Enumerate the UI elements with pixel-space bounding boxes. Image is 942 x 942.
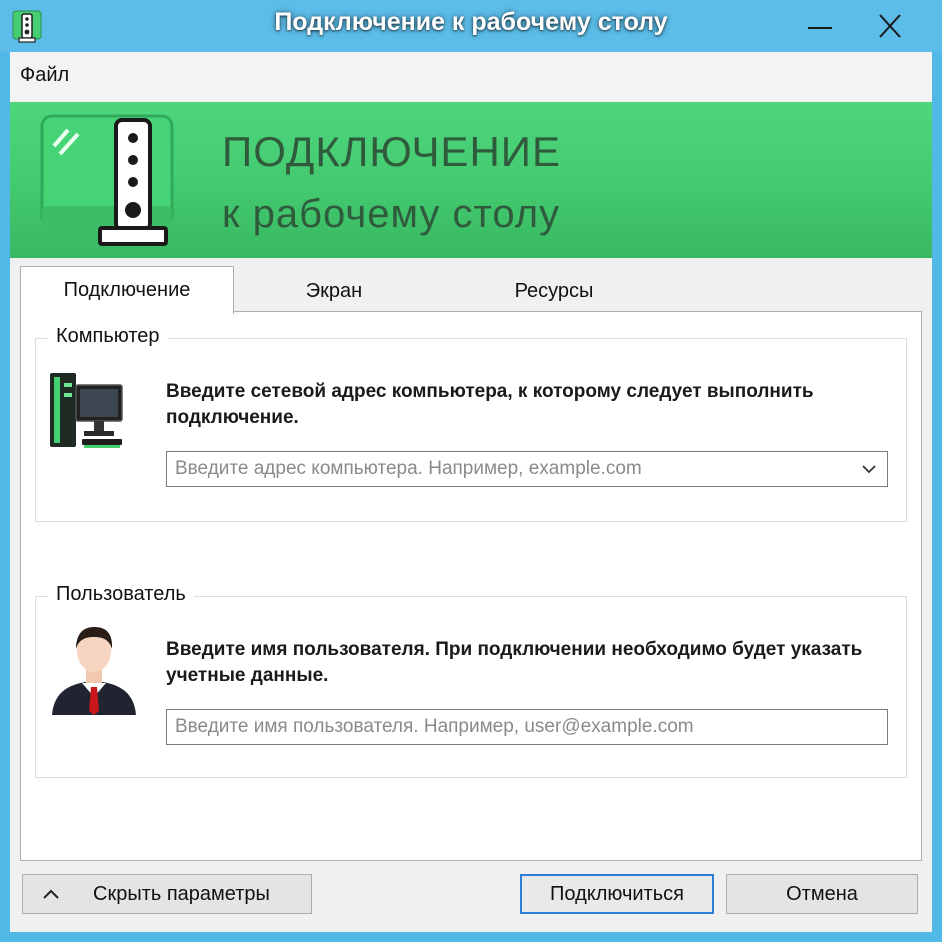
hide-options-button[interactable]: Скрыть параметры [22,874,312,914]
remote-desktop-logo-icon [40,114,174,246]
menu-file[interactable]: Файл [20,64,69,87]
banner-subtitle: к рабочему столу [222,192,561,236]
tab-resources[interactable]: Ресурсы [434,270,674,312]
chevron-up-icon [43,889,59,899]
menu-bar: Файл [10,52,932,100]
computer-icon [50,373,123,448]
tab-connection[interactable]: Подключение [20,266,234,314]
chevron-down-icon[interactable] [861,461,877,477]
minimize-button[interactable] [800,8,840,44]
user-group-label: Пользователь [48,583,194,606]
computer-description: Введите сетевой адрес компьютера, к кото… [166,381,814,428]
close-button[interactable] [870,8,910,44]
tab-display[interactable]: Экран [234,270,434,312]
computer-address-combobox[interactable]: Введите адрес компьютера. Например, exam… [166,451,888,487]
computer-group: Компьютер Введите сетевой адрес компьюте… [35,325,907,522]
connect-button[interactable]: Подключиться [520,874,714,914]
computer-group-label: Компьютер [48,325,168,348]
header-banner: ПОДКЛЮЧЕНИЕ к рабочему столу [10,102,932,258]
computer-address-placeholder: Введите адрес компьютера. Например, exam… [175,458,642,479]
user-icon [52,627,136,715]
cancel-button[interactable]: Отмена [726,874,918,914]
title-bar: Подключение к рабочему столу [0,0,942,52]
tab-panel-connection: Компьютер Введите сетевой адрес компьюте… [20,311,922,861]
client-area: Файл ПОДКЛЮЧЕНИЕ к рабочему столу Подклю… [10,52,932,932]
username-placeholder: Введите имя пользователя. Например, user… [175,716,694,737]
user-description: Введите имя пользователя. При подключени… [166,639,863,686]
tab-strip: Подключение Экран Ресурсы [20,266,922,314]
minimize-icon [808,27,832,29]
app-window: Подключение к рабочему столу Файл ПОДКЛЮ… [0,0,942,942]
user-group: Пользователь Введите имя пользователя. П… [35,583,907,778]
hide-options-label: Скрыть параметры [93,882,270,905]
username-input[interactable]: Введите имя пользователя. Например, user… [166,709,888,745]
banner-title: ПОДКЛЮЧЕНИЕ [222,128,561,175]
close-icon [879,14,901,38]
